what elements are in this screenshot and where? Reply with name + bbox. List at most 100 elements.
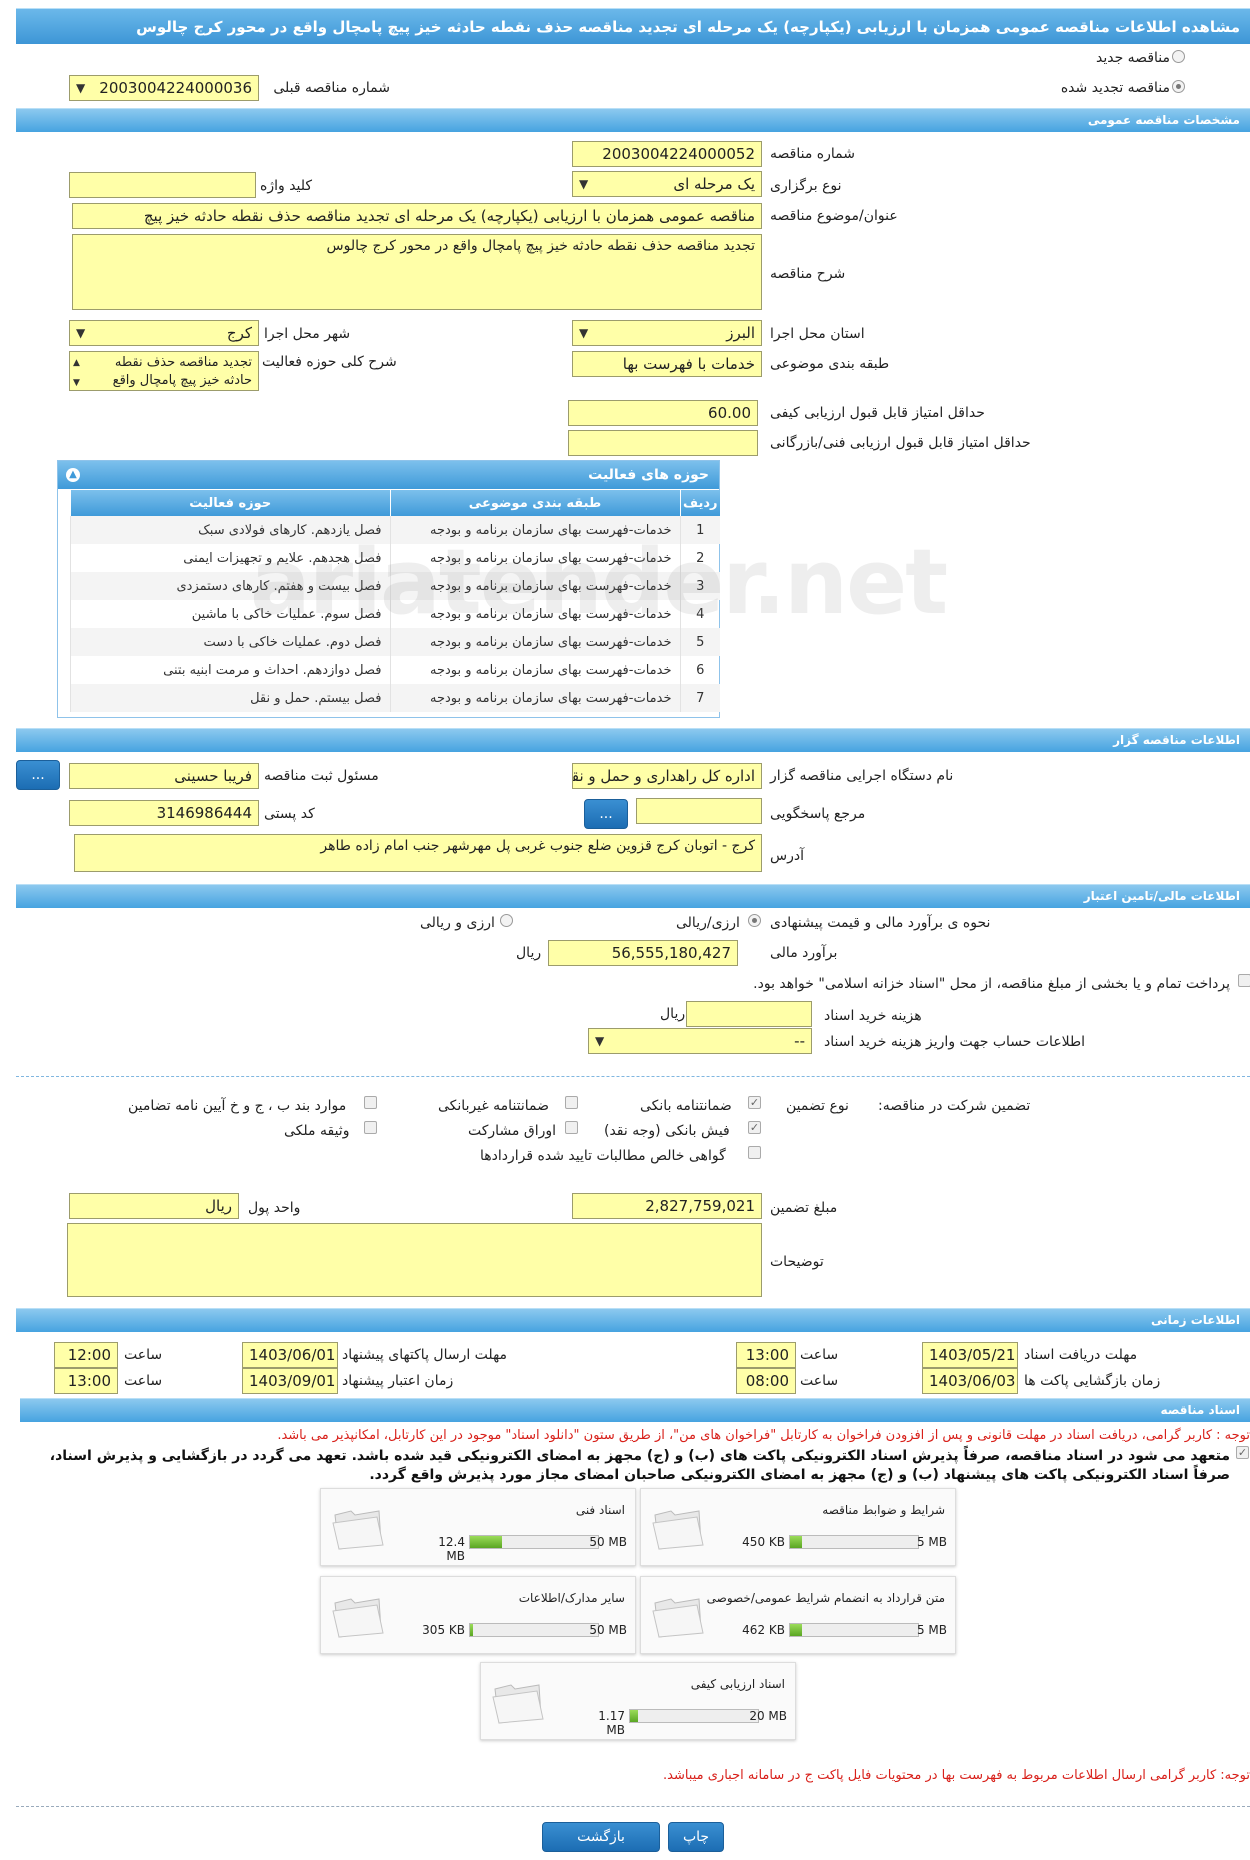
prev-no-select[interactable]: ▼ 2003004224000036 xyxy=(69,75,259,101)
receive-time-field[interactable]: 13:00 xyxy=(736,1342,796,1368)
new-tender-radio[interactable] xyxy=(1172,50,1185,63)
send-label: مهلت ارسال پاکتهای پیشنهاد xyxy=(342,1347,508,1363)
guarantee-type-label: نوع تضمین xyxy=(786,1098,849,1114)
document-max-size: 50 MB xyxy=(589,1535,627,1549)
min-tech-field[interactable] xyxy=(568,430,758,456)
open-time-field[interactable]: 08:00 xyxy=(736,1368,796,1394)
keyword-label: کلید واژه xyxy=(260,178,313,194)
document-progress xyxy=(789,1535,919,1549)
category-field[interactable]: خدمات با فهرست بها xyxy=(572,351,762,377)
cash-label: فیش بانکی (وجه نقد) xyxy=(604,1123,730,1139)
document-card[interactable]: اسناد ارزیابی کیفی 1.17 MB 20 MB xyxy=(480,1662,796,1740)
activity-desc-field[interactable]: تجدید مناقصه حذف نقطه حادثه خیز پیچ پامچ… xyxy=(69,351,259,391)
doc-cost-field[interactable] xyxy=(686,1001,812,1027)
prev-no-label: شماره مناقصه قبلی xyxy=(273,80,390,96)
doc-cost-unit: ریال xyxy=(660,1006,686,1022)
clauses-checkbox[interactable] xyxy=(364,1096,377,1109)
property-label: وثیقه ملکی xyxy=(284,1123,350,1139)
folder-icon xyxy=(332,1598,384,1638)
method-opt1-label: ارزی/ریالی xyxy=(676,915,740,931)
claims-label: گواهی خالص مطالبات تایید شده قراردادها xyxy=(480,1148,726,1164)
open-time-label: ساعت xyxy=(800,1373,839,1389)
send-date-field[interactable]: 1403/06/01 xyxy=(242,1342,338,1368)
activity-desc-label: شرح کلی حوزه فعالیت xyxy=(262,354,397,370)
postal-field[interactable]: 3146986444 xyxy=(69,800,259,826)
treasury-label: پرداخت تمام و یا بخشی از مبلغ مناقصه، از… xyxy=(753,976,1230,992)
document-used-size: 462 KB xyxy=(742,1623,785,1637)
claims-checkbox[interactable] xyxy=(748,1146,761,1159)
org-field[interactable]: اداره کل راهداری و حمل و نقل xyxy=(572,763,762,789)
bank-guarantee-checkbox[interactable]: ✓ xyxy=(748,1096,761,1109)
nonbank-guarantee-checkbox[interactable] xyxy=(565,1096,578,1109)
tender-no-field[interactable]: 2003004224000052 xyxy=(572,141,762,167)
treasury-checkbox[interactable] xyxy=(1238,974,1250,987)
scroll-down-icon[interactable]: ▼ xyxy=(73,374,80,390)
nonbank-guarantee-label: ضمانتنامه غیربانکی xyxy=(438,1098,550,1114)
page-title: مشاهده اطلاعات مناقصه عمومی همزمان با ار… xyxy=(16,8,1250,44)
notes-label: توضیحات xyxy=(770,1254,824,1270)
type-value: یک مرحله ای xyxy=(673,175,755,193)
ref-lookup-button[interactable]: ... xyxy=(584,799,628,829)
resp-lookup-button[interactable]: ... xyxy=(16,760,60,790)
documents-note-2: توجه: کاربر گرامی ارسال اطلاعات مربوط به… xyxy=(663,1768,1250,1783)
back-button[interactable]: بازگشت xyxy=(542,1822,660,1852)
notes-field[interactable] xyxy=(67,1223,762,1297)
send-time-field[interactable]: 12:00 xyxy=(54,1342,118,1368)
valid-time-field[interactable]: 13:00 xyxy=(54,1368,118,1394)
amount-field[interactable]: 2,827,759,021 xyxy=(572,1193,762,1219)
document-name: سایر مدارک/اطلاعات xyxy=(518,1591,625,1605)
cash-checkbox[interactable]: ✓ xyxy=(748,1121,761,1134)
folder-icon xyxy=(652,1510,704,1550)
estimate-field[interactable]: 56,555,180,427 xyxy=(548,940,738,966)
valid-date-field[interactable]: 1403/09/01 xyxy=(242,1368,338,1394)
category-cell: خدمات-فهرست بهای سازمان برنامه و بودجه xyxy=(389,656,680,684)
property-checkbox[interactable] xyxy=(364,1121,377,1134)
addr-field[interactable]: کرج - اتوبان کرج قزوین ضلع جنوب غربی پل … xyxy=(74,834,762,872)
print-button[interactable]: چاپ xyxy=(668,1822,724,1852)
document-card[interactable]: اسناد فنی 12.4 MB 50 MB xyxy=(320,1488,636,1566)
estimate-unit: ریال xyxy=(516,945,542,961)
amount-label: مبلغ تضمین xyxy=(770,1200,838,1216)
min-quality-field[interactable]: 60.00 xyxy=(568,400,758,426)
account-select[interactable]: ▼ -- xyxy=(588,1028,812,1054)
document-max-size: 5 MB xyxy=(916,1623,947,1637)
province-select[interactable]: ▼ البرز xyxy=(572,320,762,346)
receive-date-field[interactable]: 1403/05/21 xyxy=(922,1342,1018,1368)
open-date-field[interactable]: 1403/06/03 xyxy=(922,1368,1018,1394)
document-card[interactable]: شرایط و ضوابط مناقصه 450 KB 5 MB xyxy=(640,1488,956,1566)
bonds-checkbox[interactable] xyxy=(565,1121,578,1134)
method-opt2-label: ارزی و ریالی xyxy=(420,915,495,931)
section-documents: اسناد مناقصه xyxy=(20,1398,1250,1422)
commit-checkbox[interactable]: ✓ xyxy=(1236,1446,1249,1459)
section-timing: اطلاعات زمانی xyxy=(16,1308,1250,1332)
activity-cell: فصل بیستم. حمل و نقل xyxy=(70,684,390,712)
document-card[interactable]: متن قرارداد به انضمام شرایط عمومی/خصوصی 4… xyxy=(640,1576,956,1654)
city-select[interactable]: ▼ کرج xyxy=(69,320,259,346)
scroll-up-icon[interactable]: ▲ xyxy=(73,354,80,372)
document-name: شرایط و ضوابط مناقصه xyxy=(822,1503,945,1517)
subject-label: عنوان/موضوع مناقصه xyxy=(770,208,898,224)
keyword-field[interactable] xyxy=(69,172,256,198)
open-label: زمان بازگشایی پاکت ها xyxy=(1024,1373,1161,1389)
document-progress xyxy=(469,1623,599,1637)
section-general: مشخصات مناقصه عمومی xyxy=(16,108,1250,132)
activities-panel-header: حوزه های فعالیت ▲ xyxy=(58,461,719,489)
subject-field[interactable]: مناقصه عمومی همزمان با ارزیابی (یکپارچه)… xyxy=(72,203,762,229)
document-max-size: 50 MB xyxy=(589,1623,627,1637)
method-opt2-radio[interactable] xyxy=(500,914,513,927)
category-cell: خدمات-فهرست بهای سازمان برنامه و بودجه xyxy=(389,684,680,712)
send-time-label: ساعت xyxy=(124,1347,163,1363)
collapse-icon[interactable]: ▲ xyxy=(66,468,80,482)
ref-field[interactable] xyxy=(636,798,762,824)
resp-field[interactable]: فریبا حسینی xyxy=(69,763,259,789)
document-used-size: 305 KB xyxy=(422,1623,465,1637)
type-select[interactable]: ▼ یک مرحله ای xyxy=(572,171,762,197)
document-card[interactable]: سایر مدارک/اطلاعات 305 KB 50 MB xyxy=(320,1576,636,1654)
desc-field[interactable]: تجدید مناقصه حذف نقطه حادثه خیز پیچ پامچ… xyxy=(72,234,762,310)
renewed-tender-radio[interactable] xyxy=(1172,80,1185,93)
document-name: اسناد فنی xyxy=(575,1503,625,1517)
method-opt1-radio[interactable] xyxy=(748,914,761,927)
document-progress xyxy=(789,1623,919,1637)
min-tech-label: حداقل امتیاز قابل قبول ارزیابی فنی/بازرگ… xyxy=(770,435,1031,451)
currency-field[interactable]: ریال xyxy=(69,1193,239,1219)
